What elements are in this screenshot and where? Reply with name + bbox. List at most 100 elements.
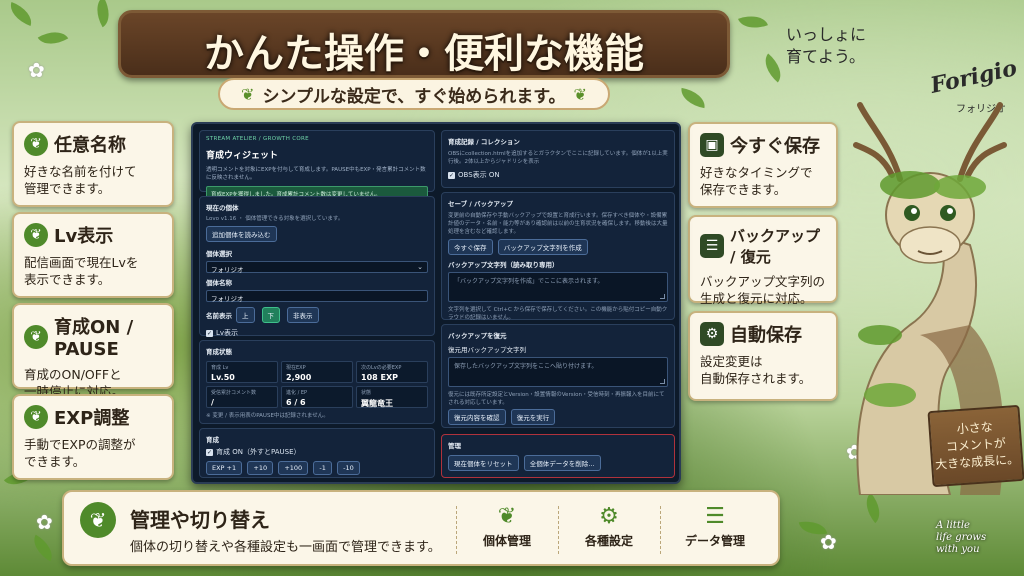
bottom-item-label: 個体管理 (482, 534, 531, 548)
feature-card-name: ❦ 任意名称 好きな名前を付けて 管理できます。 (12, 121, 174, 207)
stat-value: 翼龍竜王 (361, 399, 393, 408)
checkbox-checked-icon: ✓ (206, 448, 213, 456)
current-individual-panel: 現在の個体 Lovo v1.16 ・ 個体管理できる対象を選択しています。 追加… (199, 196, 435, 338)
title-banner: かんた操作・便利な機能 (118, 10, 730, 78)
gear-icon: ⚙ (599, 504, 619, 529)
name-input[interactable]: フォリジオ (206, 290, 428, 303)
brand-label: STREAM ATELIER / GROWTH CORE (206, 136, 309, 142)
select-value: フォリジオ (211, 266, 244, 274)
database-icon: ☰ (700, 234, 724, 258)
header-panel: STREAM ATELIER / GROWTH CORE 育成ウィジェット 透明… (199, 130, 435, 202)
section-label: 管理 (448, 442, 461, 450)
feature-title: EXP調整 (54, 408, 130, 429)
feature-card-exp: ❦ EXP調整 手動でEXPの調整が できます。 (12, 394, 174, 480)
record-panel: 育成記録 / コレクション OBSにcollection.htmlを追加するとガ… (441, 130, 675, 188)
sliders-icon: ☰ (705, 504, 725, 529)
lv-toggle[interactable]: ✓ Lv表示 (206, 328, 428, 338)
feature-title: 育成ON / PAUSE (54, 317, 134, 360)
save-now-button[interactable]: 今すぐ保存 (448, 239, 493, 255)
exp-minus-1-button[interactable]: -1 (313, 461, 332, 475)
exp-minus-10-button[interactable]: -10 (337, 461, 360, 475)
stat-state: 状態 翼龍竜王 (356, 386, 428, 408)
position-hide-button[interactable]: 非表示 (287, 307, 319, 323)
load-individual-button[interactable]: 追加個体を読み込む (206, 226, 277, 242)
exp-plus-1-button[interactable]: EXP +1 (206, 461, 243, 475)
subtitle-text: シンプルな設定で、すぐ始められます。 (262, 86, 566, 107)
reset-individual-button[interactable]: 現在個体をリセット (448, 455, 519, 471)
obs-toggle[interactable]: ✓ OBS表示 ON (448, 170, 668, 180)
stat-value: 6 / 6 (286, 398, 306, 407)
save-icon: ▣ (700, 133, 724, 157)
section-label: 育成 (206, 436, 219, 444)
logo-text: Forigio (928, 55, 1020, 99)
stat-label: 現在EXP (286, 365, 306, 371)
left-column: STREAM ATELIER / GROWTH CORE 育成ウィジェット 透明… (199, 130, 435, 478)
checkbox-checked-icon: ✓ (448, 171, 455, 179)
backup-textarea[interactable]: 「バックアップ文字列を作成」でここに表示されます。 (448, 272, 668, 302)
backup-panel: セーブ / バックアップ 変更前の自動保存や手動バックアップで設置と育成行います… (441, 192, 675, 321)
exp-plus-100-button[interactable]: +100 (278, 461, 309, 475)
section-label: 現在の個体 (206, 204, 239, 212)
leaf-icon: ❦ (241, 84, 255, 104)
growth-control-panel: 育成 ✓ 育成 ON（外すとPAUSE） EXP +1 +10 +100 -1 -… (199, 428, 435, 478)
growth-widget-window: STREAM ATELIER / GROWTH CORE 育成ウィジェット 透明… (191, 122, 681, 484)
checkbox-checked-icon: ✓ (206, 329, 213, 337)
stat-next: 次のLvの必要EXP 108 EXP (356, 361, 428, 383)
name-value: フォリジオ (211, 295, 244, 303)
feature-card-pause: ❦ 育成ON / PAUSE 育成のON/OFFと 一時停止に対応。 (12, 303, 174, 399)
stat-value: / (211, 398, 214, 407)
lv-toggle-label: Lv表示 (216, 329, 239, 337)
feature-desc: 好きな名前を付けて 管理できます。 (24, 164, 137, 196)
select-label: 個体選択 (206, 250, 232, 258)
stat-label: 育成 Lv (211, 365, 229, 371)
feature-desc: 手動でEXPの調整が できます。 (24, 437, 136, 469)
feature-desc: 配信画面で現在Lvを 表示できます。 (24, 255, 139, 287)
backup-placeholder: 「バックアップ文字列を作成」でここに表示されます。 (454, 278, 604, 285)
position-top-button[interactable]: 上 (236, 307, 255, 323)
stat-label: 状態 (361, 390, 372, 396)
confirm-restore-button[interactable]: 復元内容を確認 (448, 409, 506, 425)
flower-icon: ✿ (820, 530, 837, 554)
restore-textarea[interactable]: 保存したバックアップ文字列をここへ貼り付けます。 (448, 357, 668, 387)
right-column: 育成記録 / コレクション OBSにcollection.htmlを追加するとガ… (441, 130, 675, 478)
leaf-icon: ❦ (24, 324, 48, 349)
gear-icon: ⚙ (700, 322, 724, 346)
sprout-icon: ❦ (497, 504, 517, 529)
bottom-item-settings: ⚙ 各種設定 (564, 502, 654, 549)
divider (660, 506, 661, 554)
create-backup-button[interactable]: バックアップ文字列を作成 (497, 239, 588, 255)
sign-text: 小さな コメントが 大きな成長に。 (934, 419, 1020, 472)
stats-grid: 育成 Lv Lv.50 現在EXP 2,900 次のLvの必要EXP 108 EXP … (206, 361, 428, 408)
leaf-icon: ❦ (24, 132, 48, 156)
manage-panel: 管理 現在個体をリセット 全個体データを削除… (441, 434, 675, 478)
leaf-icon: ❦ (24, 223, 48, 247)
section-label: 育成状態 (206, 348, 232, 356)
page-title: かんた操作・便利な機能 (204, 31, 644, 77)
name-label: 個体名称 (206, 279, 232, 287)
stat-comments: 受信累計コメント数 / (206, 386, 278, 408)
run-restore-button[interactable]: 復元を実行 (510, 409, 556, 425)
restore-note: 復元には既存所定設定とVersion・設置情報のVersion・受信時刻・再振報… (448, 392, 665, 406)
growth-status-panel: 育成状態 育成 Lv Lv.50 現在EXP 2,900 次のLvの必要EXP 108… (199, 340, 435, 424)
bottom-item-label: 各種設定 (584, 534, 633, 548)
position-label: 名前表示 (206, 312, 232, 320)
individual-select[interactable]: フォリジオ ⌄ (206, 261, 428, 274)
stat-value: Lv.50 (211, 373, 235, 382)
exp-plus-10-button[interactable]: +10 (247, 461, 274, 475)
bottom-item-label: データ管理 (684, 534, 745, 548)
flower-icon: ✿ (28, 58, 45, 82)
greeting-text: いっしょに 育てよう。 (786, 25, 867, 66)
backup-note: 文字列を選択して Ctrl+C から保存で保存してください。この機能から貼付コピ… (448, 307, 668, 321)
record-desc: OBSにcollection.htmlを追加するとガラクタンでここに記録していま… (448, 151, 668, 165)
divider (558, 506, 559, 554)
widget-title: 育成ウィジェット (206, 151, 279, 161)
bottom-item-data: ☰ データ管理 (670, 502, 760, 549)
stat-value: 108 EXP (361, 373, 398, 382)
growth-on-toggle[interactable]: ✓ 育成 ON（外すとPAUSE） (206, 447, 428, 457)
stat-label: 受信累計コメント数 (211, 390, 257, 396)
stat-label: 次のLvの必要EXP (361, 365, 402, 371)
position-bottom-button[interactable]: 下 (261, 307, 280, 323)
delete-all-button[interactable]: 全個体データを削除… (523, 455, 601, 471)
bottom-feature-bar: ❦ 管理や切り替え 個体の切り替えや各種設定も一画面で管理できます。 ❦ 個体管… (62, 490, 780, 566)
obs-toggle-label: OBS表示 ON (458, 171, 500, 179)
